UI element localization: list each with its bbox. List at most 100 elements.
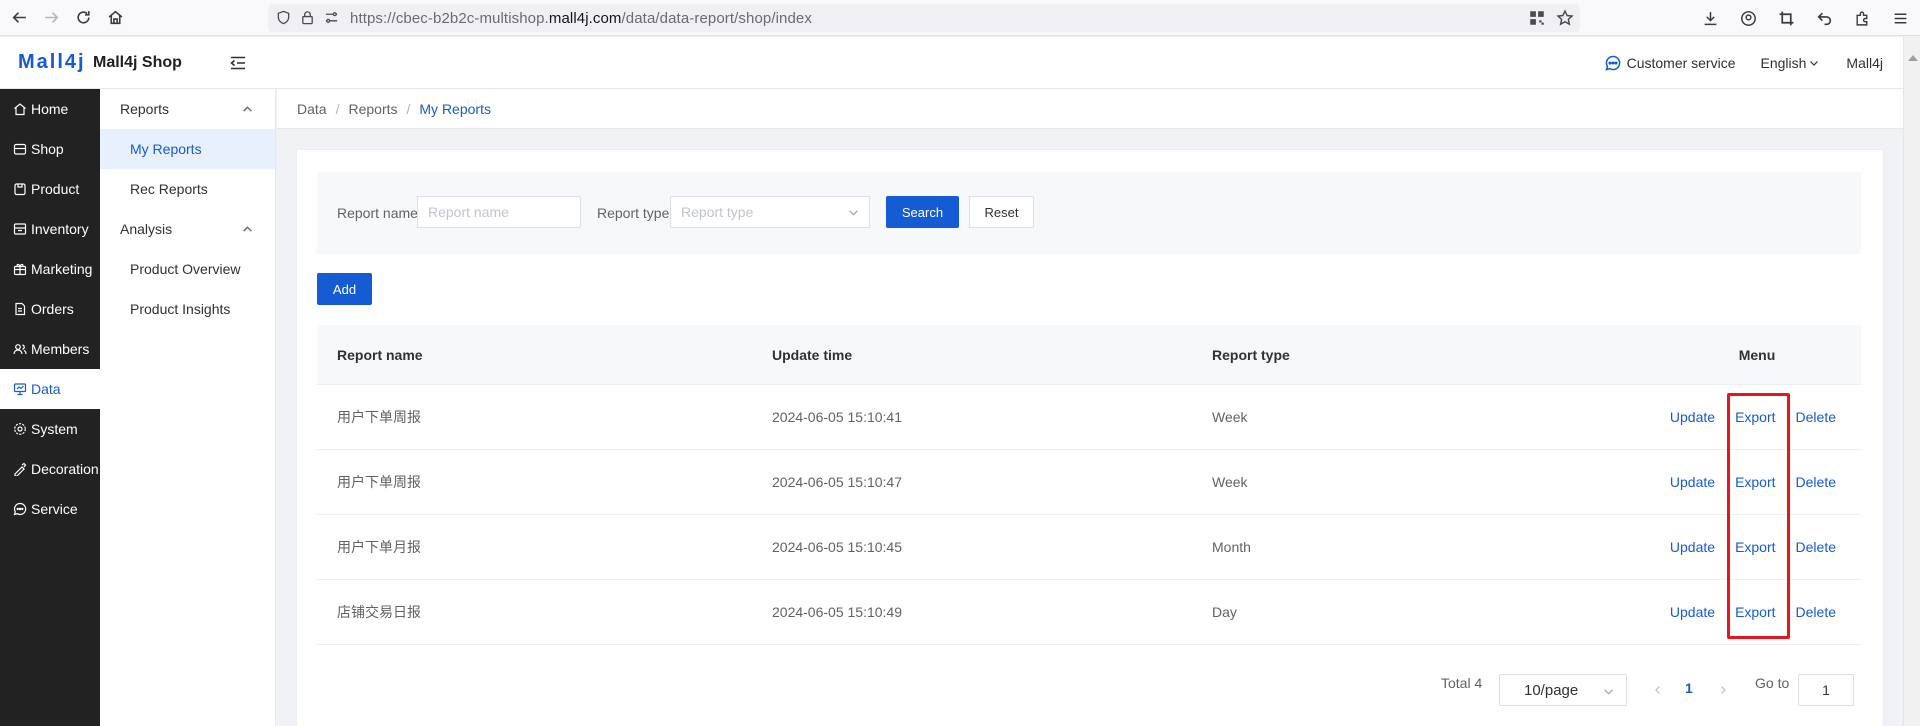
sidebar-item-home[interactable]: Home [0,89,100,129]
breadcrumb-item[interactable]: Data [297,101,327,117]
page-number-current[interactable]: 1 [1685,680,1693,696]
system-icon [13,422,27,436]
logo[interactable]: Mall4j [18,51,86,74]
bookmark-star-icon[interactable] [1556,9,1574,27]
subnav-group-label: Analysis [120,221,173,237]
page-settings-icon [324,10,340,26]
subnav-item-my-reports[interactable]: My Reports [100,129,275,169]
subnav-group-label: Reports [120,101,170,117]
url-bar[interactable]: https://cbec-b2b2c-multishop.mall4j.com/… [268,4,1580,32]
update-link[interactable]: Update [1670,539,1715,555]
sidebar-item-label: Data [31,381,61,397]
report-name-placeholder: Report name [428,204,509,220]
search-button[interactable]: Search [886,196,959,228]
update-link[interactable]: Update [1670,474,1715,490]
app-header: Mall4j Mall4j Shop Customer service Engl… [0,37,1903,89]
table-row: 用户下单月报 2024-06-05 15:10:45 Month Update … [317,515,1861,580]
sidebar-item-data[interactable]: Data [0,369,100,409]
home-browser-icon[interactable] [102,5,128,31]
cell-report-name: 店铺交易日报 [337,604,421,620]
user-name[interactable]: Mall4j [1846,55,1883,71]
report-type-select[interactable]: Report type [670,196,870,228]
delete-link[interactable]: Delete [1796,409,1836,425]
goto-page-input[interactable]: 1 [1798,674,1854,706]
sidebar-item-product[interactable]: Product [0,169,100,209]
report-name-label: Report name: [337,205,422,221]
sidebar-item-decoration[interactable]: Decoration [0,449,100,489]
scroll-up-arrow-icon[interactable] [1908,55,1918,61]
subnav-item-rec-reports[interactable]: Rec Reports [100,169,275,209]
page-size-value: 10/page [1524,681,1579,699]
sub-sidebar: Reports My Reports Rec Reports Analysis … [100,89,276,726]
orders-icon [13,302,27,316]
subnav-group-analysis[interactable]: Analysis [100,209,275,249]
account-icon[interactable] [1736,6,1760,30]
language-dropdown[interactable]: English [1761,55,1820,71]
page-size-select[interactable]: 10/page [1499,674,1627,706]
customer-service-label: Customer service [1626,55,1736,71]
breadcrumb-separator: / [406,100,411,117]
sidebar-item-label: System [31,421,78,437]
undo-icon[interactable] [1812,6,1836,30]
search-panel: Report name: Report name Report type: Re… [317,172,1861,254]
sidebar-item-orders[interactable]: Orders [0,289,100,329]
reload-icon[interactable] [70,5,96,31]
download-icon[interactable] [1698,6,1722,30]
cell-update-time: 2024-06-05 15:10:41 [772,409,902,425]
crop-icon[interactable] [1774,6,1798,30]
sidebar-item-label: Orders [31,301,74,317]
update-link[interactable]: Update [1670,409,1715,425]
lock-icon [300,10,316,26]
breadcrumb: Data / Reports / My Reports [277,89,1903,129]
add-button[interactable]: Add [317,273,372,305]
report-name-input[interactable]: Report name [417,196,581,228]
extensions-icon[interactable] [1850,6,1874,30]
breadcrumb-item[interactable]: Reports [348,101,397,117]
decoration-icon [13,462,27,476]
delete-link[interactable]: Delete [1796,604,1836,620]
sidebar-item-label: Home [31,101,69,117]
update-link[interactable]: Update [1670,604,1715,620]
back-icon[interactable] [6,5,32,31]
sidebar-item-shop[interactable]: Shop [0,129,100,169]
subnav-item-product-overview[interactable]: Product Overview [100,249,275,289]
collapse-menu-icon[interactable] [228,53,248,73]
sidebar-item-label: Inventory [31,221,89,237]
sidebar-item-system[interactable]: System [0,409,100,449]
chevron-down-icon [849,210,858,216]
column-header: Report name [337,346,423,363]
cell-update-time: 2024-06-05 15:10:47 [772,474,902,490]
marketing-icon [13,262,27,276]
table-row: 用户下单周报 2024-06-05 15:10:47 Week Update E… [317,450,1861,515]
delete-link[interactable]: Delete [1796,474,1836,490]
reset-button[interactable]: Reset [969,196,1034,228]
sidebar-item-members[interactable]: Members [0,329,100,369]
qr-code-icon[interactable] [1528,9,1546,27]
subnav-group-reports[interactable]: Reports [100,89,275,129]
sidebar-item-label: Shop [31,141,64,157]
language-label: English [1760,55,1807,71]
sidebar-item-inventory[interactable]: Inventory [0,209,100,249]
cell-update-time: 2024-06-05 15:10:45 [772,539,902,555]
chevron-down-icon [1604,689,1613,695]
sidebar-item-label: Members [31,341,90,357]
cell-report-name: 用户下单周报 [337,409,421,425]
subnav-item-product-insights[interactable]: Product Insights [100,289,275,329]
page-scrollbar[interactable] [1903,37,1920,726]
menu-icon[interactable] [1888,6,1912,30]
sidebar-item-marketing[interactable]: Marketing [0,249,100,289]
customer-service-link[interactable]: Customer service [1604,54,1736,72]
column-header: Update time [772,346,853,363]
report-type-label: Report type: [597,205,674,221]
forward-icon[interactable] [38,5,64,31]
table-header: Report name Update time Report type Menu [317,325,1861,385]
cell-update-time: 2024-06-05 15:10:49 [772,604,902,620]
chat-icon [1604,54,1622,72]
chevron-up-icon [243,105,252,112]
shield-icon [276,10,292,26]
sidebar-item-service[interactable]: Service [0,489,100,529]
delete-link[interactable]: Delete [1796,539,1836,555]
cell-report-type: Month [1212,539,1251,555]
next-page-icon[interactable] [1717,683,1729,695]
prev-page-icon[interactable] [1652,683,1664,695]
